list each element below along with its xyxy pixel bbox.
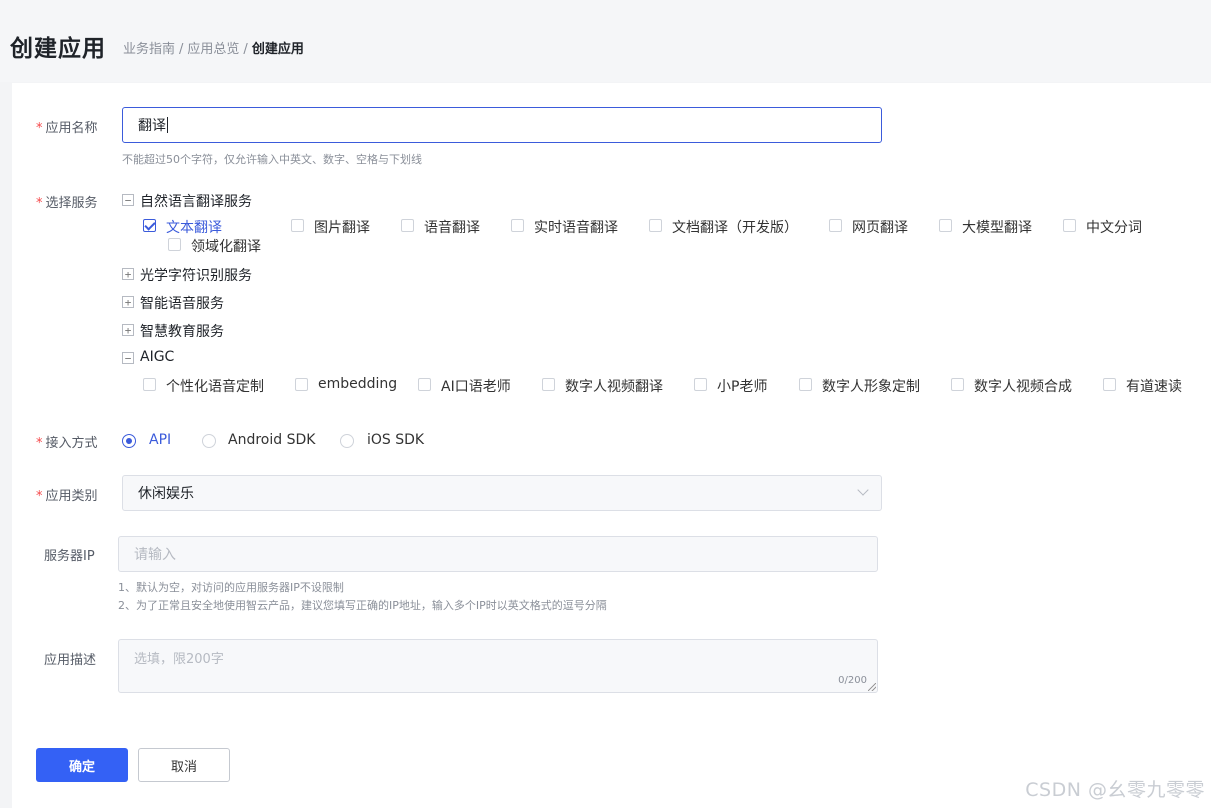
checkbox-digital-human-avatar[interactable]: [799, 378, 812, 391]
page-header: 创建应用 业务指南 / 应用总览 / 创建应用: [0, 0, 1211, 82]
server-ip-hint-2: 2、为了正常且安全地使用智云产品，建议您填写正确的IP地址，输入多个IP时以英文…: [118, 599, 607, 612]
checkbox-webpage-translation[interactable]: [829, 219, 842, 232]
collapse-icon[interactable]: −: [122, 194, 134, 206]
char-counter: 0/200: [838, 675, 867, 686]
expand-icon[interactable]: +: [122, 296, 134, 308]
radio-ios-sdk[interactable]: [340, 434, 354, 448]
service-group-aigc[interactable]: AIGC: [140, 349, 174, 365]
cancel-button[interactable]: 取消: [138, 748, 230, 782]
server-ip-placeholder: 请输入: [134, 547, 176, 563]
access-method-label: * 接入方式: [36, 436, 98, 451]
checkbox-digital-human-video-translation[interactable]: [542, 378, 555, 391]
access-option-api[interactable]: API: [149, 432, 171, 448]
app-name-input[interactable]: 翻译: [122, 107, 882, 143]
checkbox-ai-oral-teacher[interactable]: [418, 378, 431, 391]
required-mark: *: [36, 436, 43, 451]
description-placeholder: 选填，限200字: [134, 652, 224, 667]
checkbox-speech-translation[interactable]: [401, 219, 414, 232]
server-ip-hint-1: 1、默认为空，对访问的应用服务器IP不设限制: [118, 581, 344, 594]
option-webpage-translation[interactable]: 网页翻译: [852, 217, 908, 237]
resize-handle-icon[interactable]: [868, 683, 876, 691]
option-digital-human-avatar[interactable]: 数字人形象定制: [822, 376, 920, 396]
checkbox-chinese-segmentation[interactable]: [1063, 219, 1076, 232]
category-label: * 应用类别: [36, 489, 98, 504]
breadcrumb-item-current: 创建应用: [251, 42, 304, 57]
checkbox-little-p-teacher[interactable]: [694, 378, 707, 391]
option-digital-human-video-synthesis[interactable]: 数字人视频合成: [974, 376, 1072, 396]
server-ip-label: 服务器IP: [44, 549, 95, 564]
breadcrumb-separator: /: [243, 42, 248, 57]
description-textarea[interactable]: 选填，限200字 0/200: [118, 639, 878, 693]
breadcrumb-separator: /: [179, 42, 184, 57]
services-label: * 选择服务: [36, 196, 98, 211]
option-domain-translation[interactable]: 领域化翻译: [191, 236, 261, 256]
confirm-button[interactable]: 确定: [36, 748, 128, 782]
breadcrumb-item-overview[interactable]: 应用总览: [187, 42, 239, 57]
text-caret: [167, 117, 168, 133]
access-option-ios-sdk[interactable]: iOS SDK: [367, 432, 424, 448]
collapse-icon[interactable]: −: [122, 352, 134, 364]
checkbox-domain-translation[interactable]: [168, 238, 181, 251]
watermark: CSDN @幺零九零零: [1025, 779, 1205, 801]
option-embedding[interactable]: embedding: [318, 376, 397, 392]
checkbox-youdao-speed-reading[interactable]: [1103, 378, 1116, 391]
option-text-translation[interactable]: 文本翻译: [166, 217, 222, 237]
expand-icon[interactable]: +: [122, 324, 134, 336]
app-name-hint: 不能超过50个字符，仅允许输入中英文、数字、空格与下划线: [122, 153, 422, 166]
checkbox-realtime-speech-translation[interactable]: [511, 219, 524, 232]
option-image-translation[interactable]: 图片翻译: [314, 217, 370, 237]
option-realtime-speech-translation[interactable]: 实时语音翻译: [534, 217, 618, 237]
option-digital-human-video-translation[interactable]: 数字人视频翻译: [565, 376, 663, 396]
page-title: 创建应用: [10, 36, 106, 62]
service-group-education[interactable]: 智慧教育服务: [140, 321, 224, 341]
checkbox-image-translation[interactable]: [291, 219, 304, 232]
option-youdao-speed-reading[interactable]: 有道速读: [1126, 376, 1182, 396]
access-option-android-sdk[interactable]: Android SDK: [228, 432, 315, 448]
checkbox-llm-translation[interactable]: [939, 219, 952, 232]
breadcrumb-item-guide[interactable]: 业务指南: [123, 42, 175, 57]
option-document-translation[interactable]: 文档翻译（开发版）: [672, 217, 798, 237]
form-card: * 应用名称 翻译 不能超过50个字符，仅允许输入中英文、数字、空格与下划线 * 选…: [12, 83, 1211, 808]
server-ip-input[interactable]: 请输入: [118, 536, 878, 572]
radio-android-sdk[interactable]: [202, 434, 216, 448]
checkbox-voice-customization[interactable]: [143, 378, 156, 391]
required-mark: *: [36, 121, 43, 136]
service-group-speech[interactable]: 智能语音服务: [140, 293, 224, 313]
app-name-label: * 应用名称: [36, 121, 98, 136]
service-group-ocr[interactable]: 光学字符识别服务: [140, 265, 252, 285]
checkbox-text-translation[interactable]: [143, 219, 156, 232]
chevron-down-icon: [857, 484, 869, 496]
option-chinese-segmentation[interactable]: 中文分词: [1086, 217, 1142, 237]
breadcrumb: 业务指南 / 应用总览 / 创建应用: [123, 38, 304, 57]
required-mark: *: [36, 196, 43, 211]
checkbox-document-translation[interactable]: [649, 219, 662, 232]
category-value: 休闲娱乐: [138, 486, 194, 502]
option-little-p-teacher[interactable]: 小P老师: [717, 376, 767, 396]
radio-api[interactable]: [122, 434, 136, 448]
checkbox-embedding[interactable]: [295, 378, 308, 391]
option-speech-translation[interactable]: 语音翻译: [424, 217, 480, 237]
option-llm-translation[interactable]: 大模型翻译: [962, 217, 1032, 237]
category-select[interactable]: 休闲娱乐: [122, 475, 882, 511]
option-voice-customization[interactable]: 个性化语音定制: [166, 376, 264, 396]
option-ai-oral-teacher[interactable]: AI口语老师: [441, 376, 511, 396]
app-name-value: 翻译: [138, 118, 166, 134]
required-mark: *: [36, 489, 43, 504]
service-group-nlp-translation[interactable]: 自然语言翻译服务: [140, 191, 252, 211]
expand-icon[interactable]: +: [122, 268, 134, 280]
description-label: 应用描述: [44, 653, 97, 668]
checkbox-digital-human-video-synthesis[interactable]: [951, 378, 964, 391]
